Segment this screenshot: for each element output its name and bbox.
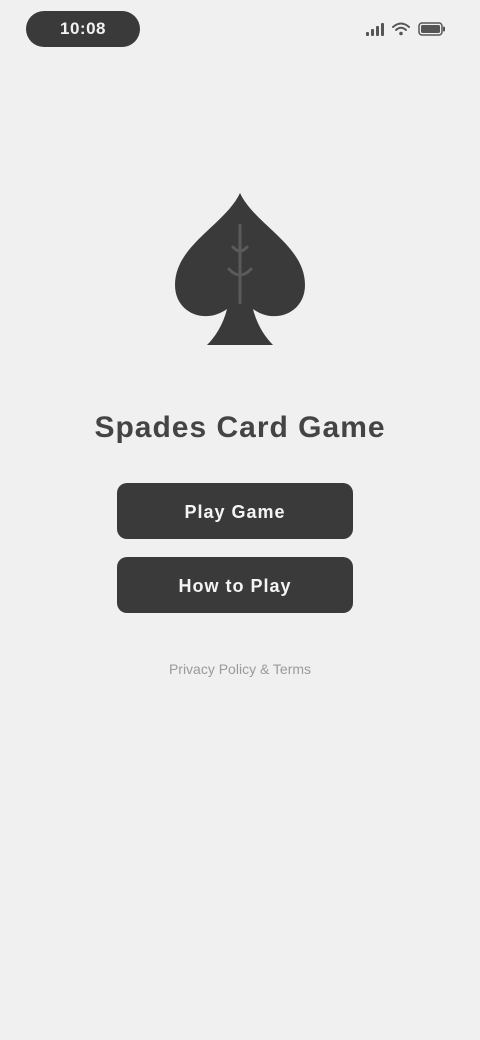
- battery-icon: [418, 22, 446, 36]
- signal-icon: [366, 22, 384, 36]
- status-icons: [366, 18, 446, 40]
- privacy-policy-link[interactable]: Privacy Policy & Terms: [0, 658, 480, 680]
- wifi-icon: [392, 22, 410, 36]
- how-to-play-button[interactable]: How to Play: [117, 557, 353, 613]
- app-title: Spades Card Game: [94, 411, 386, 444]
- app-screen: 10:08 Spades Card Game Play Game How to …: [0, 0, 480, 1040]
- play-game-button[interactable]: Play Game: [117, 483, 353, 539]
- status-time: 10:08: [26, 11, 140, 47]
- spade-icon: [165, 185, 315, 355]
- status-bar: 10:08: [0, 0, 480, 64]
